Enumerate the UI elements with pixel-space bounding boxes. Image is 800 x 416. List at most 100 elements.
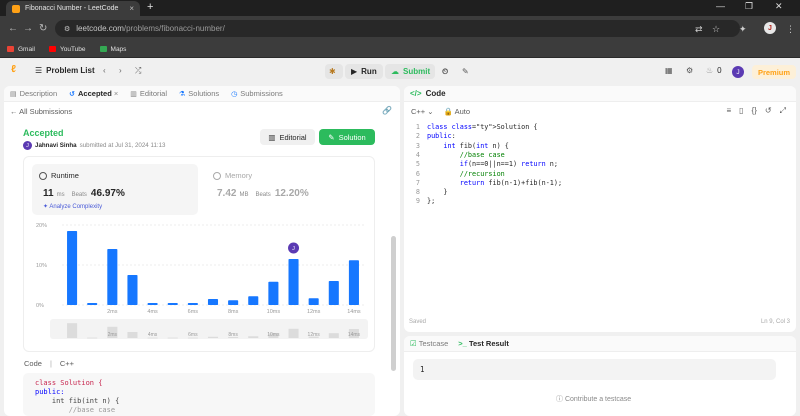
debug-button[interactable]: ✱ <box>325 64 343 79</box>
submitter-avatar[interactable]: J <box>23 141 32 150</box>
tab-solutions[interactable]: ⚗ Solutions <box>179 89 219 98</box>
bar[interactable] <box>127 275 138 305</box>
code-line[interactable]: int fib(int n) { <box>427 142 509 151</box>
back-arrow-icon[interactable]: ← <box>8 23 18 34</box>
code-line[interactable]: //base case <box>427 151 505 160</box>
tab-testcase[interactable]: ☑ Testcase <box>410 339 448 348</box>
code-line[interactable]: if(n==0||n==1) return n; <box>427 160 558 169</box>
line-number: 7 <box>415 178 420 187</box>
forward-arrow-icon[interactable]: → <box>23 23 33 34</box>
premium-button[interactable]: Premium <box>752 65 796 79</box>
bar[interactable] <box>248 296 259 305</box>
code-line[interactable]: public: <box>427 132 456 141</box>
code-line[interactable]: }; <box>427 197 435 206</box>
memory-box[interactable]: Memory 7.42 MB Beats 12.20% <box>206 164 372 215</box>
profile-avatar[interactable]: J <box>764 22 776 34</box>
braces-icon[interactable]: {} <box>752 106 757 116</box>
format-icon[interactable]: ≡ <box>726 106 731 116</box>
bar[interactable] <box>167 303 178 305</box>
tab-description[interactable]: ▤ Description <box>10 89 57 98</box>
tab-test-result[interactable]: >_ Test Result <box>458 339 509 348</box>
bar[interactable] <box>147 303 158 305</box>
bar[interactable] <box>268 281 279 305</box>
runtime-box[interactable]: Runtime 11 ms Beats 46.97% ✦ Analyze Com… <box>32 164 198 215</box>
tab-submissions[interactable]: ◷ Submissions <box>231 89 283 98</box>
translate-icon[interactable]: ⇄ <box>695 24 703 35</box>
editorial-button[interactable]: ▥ Editorial <box>260 129 315 145</box>
url-input[interactable]: ⚙ leetcode.com/problems/fibonacci-number… <box>55 20 740 37</box>
minimize-button[interactable]: — <box>716 1 725 11</box>
next-problem-icon[interactable]: › <box>119 66 122 75</box>
reload-icon[interactable]: ↻ <box>39 23 47 34</box>
runtime-unit: ms <box>56 192 65 198</box>
site-info-icon[interactable]: ⚙ <box>64 25 70 33</box>
run-button[interactable]: ▶ Run <box>345 64 383 79</box>
bar[interactable] <box>348 260 359 305</box>
user-avatar[interactable]: J <box>732 66 744 78</box>
bar[interactable] <box>328 281 339 305</box>
overview-tick-label: 2ms <box>108 332 118 338</box>
runtime-distribution-chart: 20% 10% 0% J 2ms 4ms 6ms 8ms 10ms 12ms 14ms 2ms 4ms 6… <box>36 223 368 339</box>
memory-unit: MB <box>239 192 249 198</box>
bar[interactable] <box>207 299 219 305</box>
layout-icon[interactable]: ▦ <box>665 66 673 75</box>
analyze-complexity-link[interactable]: ✦ Analyze Complexity <box>43 203 102 210</box>
undo-icon[interactable]: ↺ <box>765 106 772 116</box>
bar[interactable] <box>67 231 78 305</box>
new-tab-button[interactable]: + <box>147 1 153 13</box>
code-line[interactable]: } <box>427 188 447 197</box>
shuffle-icon[interactable]: ⤮ <box>135 66 141 76</box>
maximize-button[interactable]: ❐ <box>745 1 753 12</box>
window-close-button[interactable]: ✕ <box>775 1 783 12</box>
bookmark-star-icon[interactable]: ☆ <box>712 24 720 35</box>
bar[interactable] <box>308 298 319 305</box>
bar[interactable] <box>87 303 98 305</box>
contribute-testcase-link[interactable]: ⓘ Contribute a testcase <box>556 394 631 404</box>
bookmark-youtube[interactable]: YouTube <box>48 46 86 53</box>
runtime-value: 11 <box>43 188 54 199</box>
solution-button[interactable]: ✎ Solution <box>319 129 375 145</box>
chart-range-slider[interactable] <box>50 319 368 339</box>
autocomplete-mode[interactable]: 🔒 Auto <box>444 107 470 116</box>
timer-icon[interactable]: ⏲ <box>438 64 454 79</box>
prev-problem-icon[interactable]: ‹ <box>103 66 106 75</box>
leetcode-favicon-icon <box>12 4 20 13</box>
browser-tab[interactable]: Fibonacci Number - LeetCode × <box>6 1 140 16</box>
testcase-input[interactable]: 1 <box>413 359 776 380</box>
bar-your-runtime[interactable] <box>288 259 299 305</box>
submission-status: Accepted <box>23 128 64 138</box>
streak-counter[interactable]: ♨ 0 <box>706 66 722 75</box>
notes-icon[interactable]: ✎ <box>458 64 474 79</box>
code-line[interactable]: return fib(n-1)+fib(n-1); <box>427 179 562 188</box>
tab-accepted-close-icon[interactable]: × <box>114 89 118 98</box>
bookmark-gmail[interactable]: Gmail <box>7 46 35 53</box>
y-tick-label: 20% <box>36 223 47 229</box>
bookmark-icon[interactable]: ▯ <box>739 106 743 116</box>
back-to-submissions[interactable]: ← All Submissions <box>10 107 72 116</box>
bar[interactable] <box>228 300 239 305</box>
tab-editorial[interactable]: ▥ Editorial <box>130 89 167 98</box>
leetcode-logo-icon[interactable]: ℓ <box>11 64 16 75</box>
extensions-icon[interactable]: ✦ <box>739 24 747 35</box>
bar[interactable] <box>107 249 118 305</box>
language-select[interactable]: C++ ⌄ <box>411 107 434 116</box>
bar[interactable] <box>187 303 198 305</box>
tab-accepted[interactable]: ↺ Accepted × <box>69 89 118 98</box>
bookmark-maps[interactable]: Maps <box>99 46 126 53</box>
submit-button[interactable]: ☁ Submit <box>385 64 435 79</box>
submitter-name[interactable]: Jahnavi Sinha <box>35 142 77 149</box>
code-line[interactable]: class class="ty">Solution { <box>427 123 538 132</box>
submitter-info: J Jahnavi Sinha submitted at Jul 31, 202… <box>23 141 166 150</box>
left-panel-scrollbar[interactable] <box>391 236 396 371</box>
settings-gear-icon[interactable]: ⚙ <box>686 66 693 75</box>
code-preview: class Solution { public: int fib(int n) … <box>23 373 375 416</box>
tab-close-icon[interactable]: × <box>129 4 134 13</box>
problem-list-button[interactable]: ☰ Problem List <box>35 66 95 75</box>
share-link-icon[interactable]: 🔗 <box>382 106 392 115</box>
code-preview-lang: C++ <box>59 359 75 368</box>
url-host: leetcode.com <box>76 24 124 33</box>
browser-menu-icon[interactable]: ⋮ <box>786 24 795 35</box>
fullscreen-icon[interactable]: ⤢ <box>780 106 786 116</box>
code-line[interactable]: //recursion <box>427 170 505 179</box>
overview-tick-label: 6ms <box>188 332 198 338</box>
